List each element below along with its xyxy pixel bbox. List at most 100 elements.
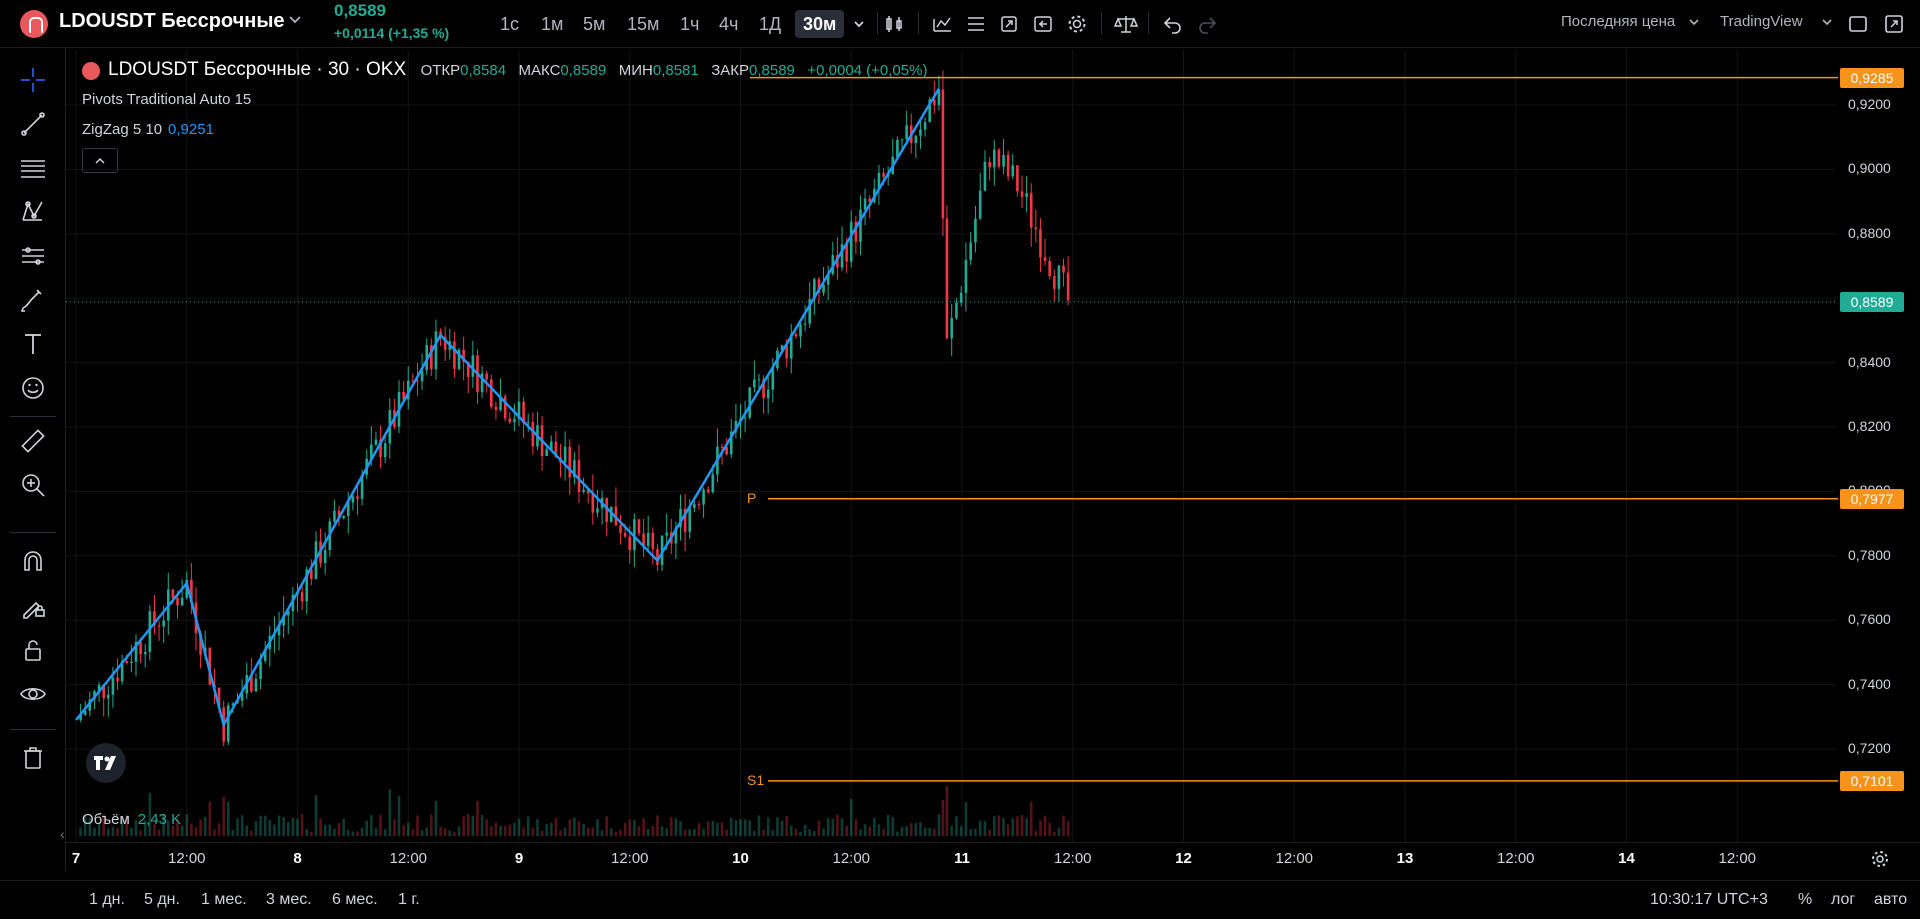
volume-bar — [1011, 818, 1015, 836]
volume-bar — [609, 828, 613, 836]
volume-bar — [208, 801, 212, 836]
volume-bar — [536, 818, 539, 836]
candle-body — [531, 421, 535, 447]
axis-settings-gear-icon[interactable] — [1870, 849, 1890, 869]
volume-bar — [337, 822, 341, 836]
time-tick-label: 9 — [514, 850, 524, 867]
price-tick-label: 0,9000 — [1848, 160, 1891, 177]
volume-bar — [959, 826, 963, 836]
candle-body — [1043, 257, 1047, 261]
range-3m-button[interactable]: 3 мес. — [266, 891, 312, 909]
volume-bar — [766, 817, 770, 836]
pivots-indicator-label[interactable]: Pivots Traditional Auto 15 — [82, 91, 251, 108]
volume-bar — [711, 821, 715, 836]
candle-body — [351, 496, 355, 503]
time-axis[interactable]: 7 12:00 8 12:00 9 12:00 10 12:00 11 12:00 12 12:00 1… — [66, 842, 1920, 873]
volume-bar — [969, 829, 972, 836]
candle-body — [1002, 155, 1005, 167]
time-tick-label: 12:00 — [832, 850, 871, 867]
volume-bar — [651, 825, 655, 836]
percent-toggle[interactable]: % — [1798, 891, 1812, 909]
volume-bar — [263, 815, 267, 836]
volume-bar — [997, 815, 1001, 836]
volume-bar — [139, 830, 142, 836]
candle-body — [628, 536, 632, 551]
clock[interactable]: 10:30:17 UTC+3 — [1650, 891, 1768, 909]
candle-body — [803, 323, 807, 325]
range-1m-button[interactable]: 1 мес. — [201, 891, 247, 909]
volume-bar — [540, 830, 544, 836]
volume-bar — [780, 820, 784, 836]
volume-bar — [439, 826, 442, 836]
pivot-p-label: P — [747, 489, 757, 506]
chevron-left-icon[interactable]: ‹ — [60, 826, 65, 842]
volume-bar — [393, 819, 396, 836]
volume-bar — [1057, 828, 1061, 836]
volume-bar — [116, 827, 119, 836]
volume-bar — [286, 822, 290, 836]
pivot-s1-label: S1 — [747, 771, 765, 788]
volume-bar — [642, 818, 645, 836]
candle-body — [665, 532, 668, 536]
candles — [79, 70, 1070, 747]
volume-bar — [633, 820, 636, 836]
candle-body — [955, 302, 958, 319]
range-1y-button[interactable]: 1 г. — [398, 891, 420, 909]
time-tick-label: 12:00 — [389, 850, 428, 867]
range-5d-button[interactable]: 5 дн. — [144, 891, 180, 909]
volume-bar — [919, 822, 922, 836]
zigzag-indicator-label[interactable]: ZigZag 5 10 0,9251 — [82, 121, 214, 138]
volume-bar — [789, 825, 793, 836]
volume-bar — [194, 827, 198, 836]
candle-body — [1052, 276, 1056, 289]
volume-bar — [950, 825, 953, 836]
volume-bar — [776, 817, 779, 836]
candle-body — [720, 446, 724, 448]
candle-body — [771, 368, 775, 390]
volume-bar — [716, 822, 719, 836]
volume-bar — [1052, 831, 1056, 836]
log-toggle[interactable]: лог — [1831, 891, 1855, 909]
volume-bar — [522, 827, 525, 836]
volume-bar — [706, 821, 710, 836]
r1-price-tag: 0,9285 — [1840, 67, 1904, 88]
candle-body — [300, 592, 304, 602]
candle-body — [849, 221, 853, 262]
volume-bar — [1016, 816, 1019, 836]
price-chart[interactable] — [0, 0, 1920, 919]
range-1d-button[interactable]: 1 дн. — [89, 891, 125, 909]
volume-bar — [725, 829, 728, 836]
candle-body — [333, 510, 336, 522]
volume-bar — [836, 814, 839, 836]
volume-bar — [983, 821, 987, 836]
volume-bar — [623, 823, 627, 836]
volume-bar — [577, 821, 581, 836]
time-tick-label: 12:00 — [1496, 850, 1535, 867]
volume-bar — [739, 819, 742, 836]
volume-bar — [406, 822, 410, 836]
candle-body — [526, 421, 530, 423]
volume-bar — [319, 818, 322, 836]
tradingview-logo-icon[interactable] — [86, 743, 126, 783]
volume-bar — [933, 828, 936, 836]
time-tick-label: 12:00 — [167, 850, 206, 867]
candle-body — [374, 439, 378, 445]
volume-bar — [485, 819, 488, 836]
volume-bar — [374, 828, 378, 836]
volume-bar — [508, 824, 512, 836]
candle-body — [1057, 265, 1061, 289]
volume-bar — [743, 819, 747, 836]
candle-body — [1066, 272, 1070, 301]
collapse-legend-button[interactable] — [82, 148, 118, 173]
candle-body — [693, 504, 696, 508]
candle-body — [116, 677, 119, 682]
volume-bar — [453, 831, 456, 836]
volume-bar — [494, 822, 498, 836]
volume-bar — [356, 831, 359, 836]
auto-toggle[interactable]: авто — [1874, 891, 1907, 909]
candle-body — [743, 417, 747, 419]
volume-bar — [554, 817, 558, 836]
candle-body — [180, 597, 184, 606]
volume-bar — [222, 796, 225, 836]
range-6m-button[interactable]: 6 мес. — [332, 891, 378, 909]
